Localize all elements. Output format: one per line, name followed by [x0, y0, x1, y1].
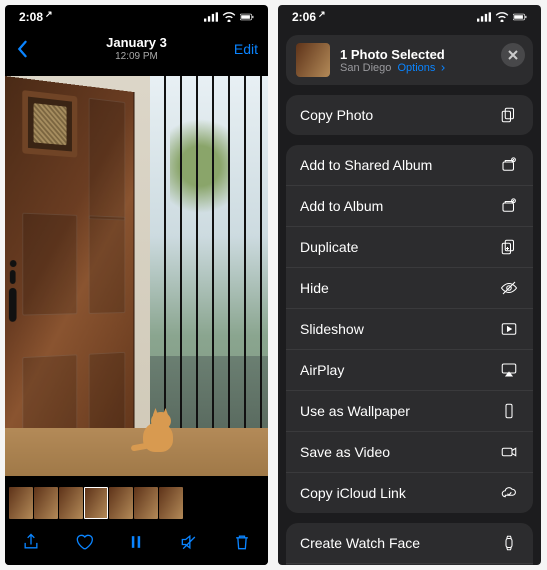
action-files[interactable]: Save to Files [286, 564, 533, 565]
action-video[interactable]: Save as Video [286, 432, 533, 473]
status-time: 2:06↗ [292, 10, 324, 24]
share-thumbnail [296, 43, 330, 77]
thumbnail[interactable] [134, 487, 158, 519]
action-album[interactable]: Add to Album [286, 186, 533, 227]
slideshow-icon [499, 320, 519, 338]
share-button[interactable] [21, 532, 41, 557]
share-header: 1 Photo Selected San Diego Options [286, 35, 533, 85]
action-label: Duplicate [300, 239, 358, 255]
battery-icon [513, 12, 527, 22]
action-shared-album[interactable]: Add to Shared Album [286, 145, 533, 186]
thumbnail[interactable] [84, 487, 108, 519]
back-button[interactable] [15, 40, 55, 58]
action-label: Save as Video [300, 444, 390, 460]
heart-icon [74, 532, 94, 552]
nav-time: 12:09 PM [106, 51, 167, 62]
edit-button[interactable]: Edit [218, 41, 258, 57]
photo-viewer-screen: 2:08↗ January 3 12:09 PM Edit [5, 5, 268, 565]
trash-icon [232, 532, 252, 552]
airplay-icon [499, 361, 519, 379]
nav-bar: January 3 12:09 PM Edit [5, 29, 268, 69]
status-indicators [477, 12, 527, 22]
action-label: AirPlay [300, 362, 344, 378]
action-list[interactable]: Copy Photo Add to Shared Album Add to Albu… [278, 95, 541, 565]
action-label: Copy iCloud Link [300, 485, 406, 501]
thumbnail[interactable] [59, 487, 83, 519]
share-subtitle: San Diego Options [340, 62, 446, 74]
action-label: Create Watch Face [300, 535, 420, 551]
action-hide[interactable]: Hide [286, 268, 533, 309]
status-bar: 2:08↗ [5, 5, 268, 29]
pause-button[interactable] [126, 532, 146, 557]
wifi-icon [495, 12, 509, 22]
trash-button[interactable] [232, 532, 252, 557]
action-slideshow[interactable]: Slideshow [286, 309, 533, 350]
signal-icon [477, 12, 491, 22]
duplicate-icon [499, 238, 519, 256]
wallpaper-icon [499, 402, 519, 420]
nav-date: January 3 [106, 36, 167, 50]
status-bar: 2:06↗ [278, 5, 541, 29]
action-icloud[interactable]: Copy iCloud Link [286, 473, 533, 513]
action-wallpaper[interactable]: Use as Wallpaper [286, 391, 533, 432]
bottom-toolbar [5, 523, 268, 565]
chevron-right-icon [440, 65, 446, 71]
share-title: 1 Photo Selected [340, 47, 446, 62]
action-group: Add to Shared Album Add to Album Duplicate… [286, 145, 533, 513]
album-icon [499, 197, 519, 215]
thumbnail[interactable] [159, 487, 183, 519]
share-icon [21, 532, 41, 552]
action-label: Add to Shared Album [300, 157, 432, 173]
battery-icon [240, 12, 254, 22]
copy-icon [499, 106, 519, 124]
watch-icon [499, 534, 519, 552]
action-label: Add to Album [300, 198, 383, 214]
action-watch[interactable]: Create Watch Face [286, 523, 533, 564]
action-copy[interactable]: Copy Photo [286, 95, 533, 135]
speaker-mute-icon [179, 532, 199, 552]
close-icon [508, 50, 518, 60]
action-label: Copy Photo [300, 107, 373, 123]
action-group: Create Watch FaceSave to FilesAssign to … [286, 523, 533, 565]
video-icon [499, 443, 519, 461]
photo-viewport[interactable] [5, 69, 268, 483]
favorite-button[interactable] [74, 532, 94, 557]
photo-content [5, 76, 268, 476]
hide-icon [499, 279, 519, 297]
close-button[interactable] [501, 43, 525, 67]
thumbnail-strip[interactable] [5, 483, 268, 523]
thumbnail[interactable] [9, 487, 33, 519]
signal-icon [204, 12, 218, 22]
action-duplicate[interactable]: Duplicate [286, 227, 533, 268]
share-sheet-screen: 2:06↗ 1 Photo Selected San Diego Options… [278, 5, 541, 565]
action-label: Slideshow [300, 321, 364, 337]
wifi-icon [222, 12, 236, 22]
action-group: Copy Photo [286, 95, 533, 135]
pause-icon [126, 532, 146, 552]
status-indicators [204, 12, 254, 22]
status-time: 2:08↗ [19, 10, 51, 24]
thumbnail[interactable] [109, 487, 133, 519]
options-link[interactable]: Options [398, 62, 447, 74]
mute-button[interactable] [179, 532, 199, 557]
thumbnail[interactable] [34, 487, 58, 519]
action-label: Use as Wallpaper [300, 403, 410, 419]
action-airplay[interactable]: AirPlay [286, 350, 533, 391]
chevron-left-icon [15, 40, 29, 58]
icloud-icon [499, 484, 519, 502]
shared-album-icon [499, 156, 519, 174]
action-label: Hide [300, 280, 329, 296]
nav-title-area: January 3 12:09 PM [106, 36, 167, 61]
